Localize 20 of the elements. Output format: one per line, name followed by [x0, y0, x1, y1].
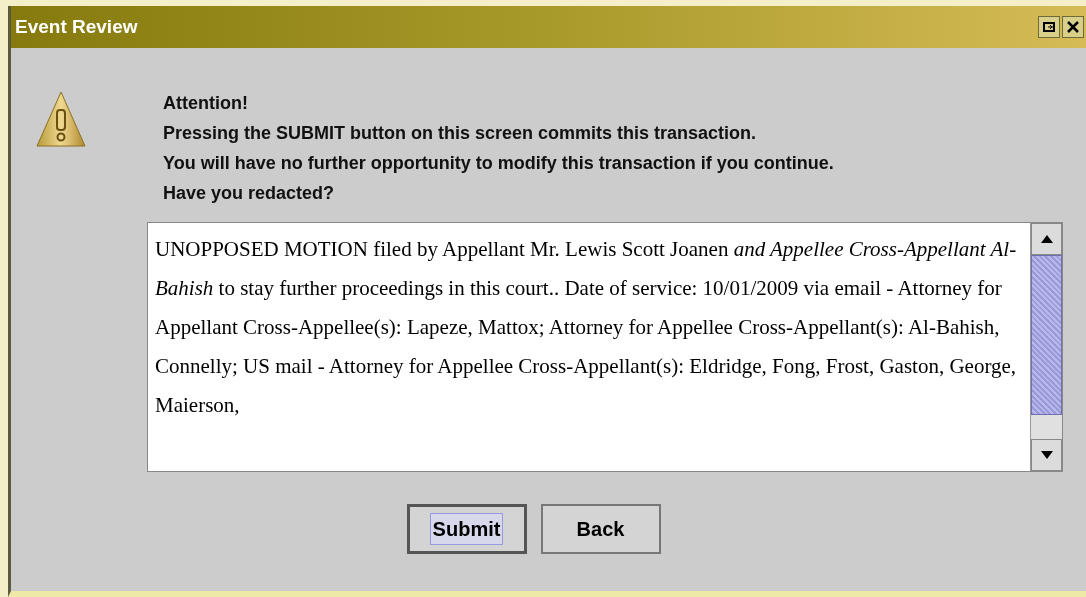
close-icon — [1066, 20, 1080, 34]
window-title: Event Review — [15, 14, 138, 39]
message-line: You will have no further opportunity to modify this transaction if you continue. — [163, 152, 834, 175]
up-arrow-icon — [1040, 235, 1053, 243]
message-line: Attention! — [163, 92, 249, 115]
scroll-thumb[interactable] — [1031, 255, 1062, 415]
dialog-button[interactable]: Back — [540, 504, 661, 554]
text-area[interactable] — [147, 222, 1063, 472]
docket-text: UNOPPOSED MOTION filed by Appellant Mr. Lewis Scott Joanen and Appellee Cross-Appellant Al-Bahish to stay further proceedings in this court.. Date of service: 10/01/2009 via email - Attorney for Appellant Cross-Appellee(s): Lapeze, Mattox; Attorney for Appellee Cross-Appellant(s): Al-Bahish, Connelly; US mail - Attorney for Appellee Cross-Appellant(s): Eldridge, Fong, Frost, Gaston, George, Maierson, — [155, 237, 1017, 417]
restore-button[interactable] — [1038, 16, 1060, 38]
dialog-button[interactable]: Submit — [406, 504, 527, 554]
message-line: Pressing the SUBMIT button on this screen commits this transaction. — [163, 122, 758, 145]
message-line: Have you redacted? — [163, 182, 336, 205]
warning-icon — [35, 90, 87, 150]
scrollbar[interactable] — [1030, 223, 1062, 471]
window-icon — [1043, 21, 1055, 33]
scroll-up-button[interactable] — [1031, 223, 1062, 255]
close-button[interactable] — [1062, 16, 1084, 38]
down-arrow-icon — [1040, 451, 1053, 459]
scroll-down-button[interactable] — [1031, 439, 1062, 471]
